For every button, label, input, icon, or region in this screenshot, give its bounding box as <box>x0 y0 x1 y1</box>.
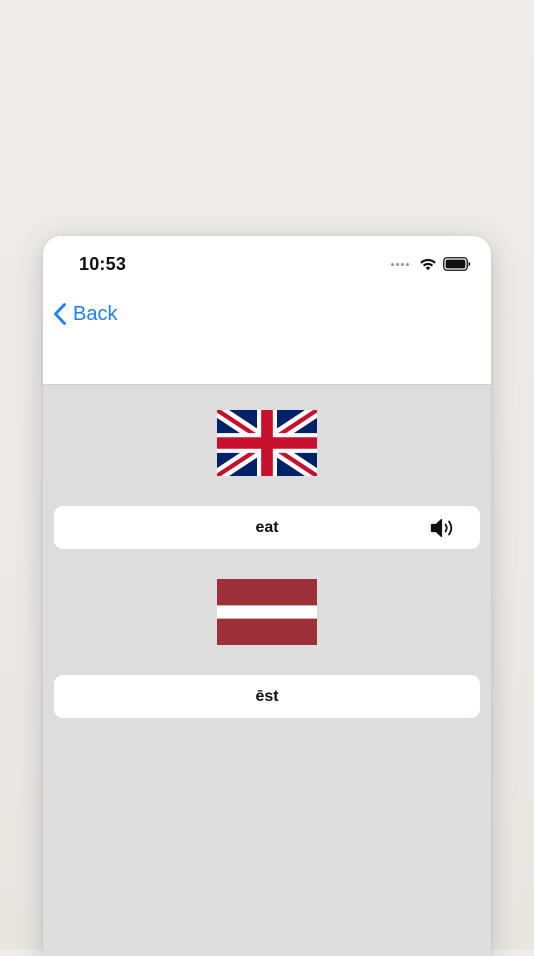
status-time: 10:53 <box>79 254 127 274</box>
cellular-dots-icon <box>391 262 409 266</box>
speaker-icon[interactable] <box>430 517 456 539</box>
wifi-icon <box>420 258 436 271</box>
source-word: eat <box>255 518 279 536</box>
app-screen: 10:53 Back eat ēst <box>43 236 491 956</box>
back-label: Back <box>73 302 118 325</box>
status-icons <box>391 256 471 272</box>
united-kingdom-flag <box>217 410 317 476</box>
target-word-card: ēst <box>54 675 480 718</box>
source-word-card: eat <box>54 506 480 549</box>
battery-icon <box>443 257 471 271</box>
chevron-left-icon <box>54 303 66 325</box>
back-button[interactable]: Back <box>53 302 117 326</box>
latvia-flag <box>217 579 317 645</box>
target-word: ēst <box>255 687 279 705</box>
navigation-header: 10:53 Back <box>43 236 491 385</box>
